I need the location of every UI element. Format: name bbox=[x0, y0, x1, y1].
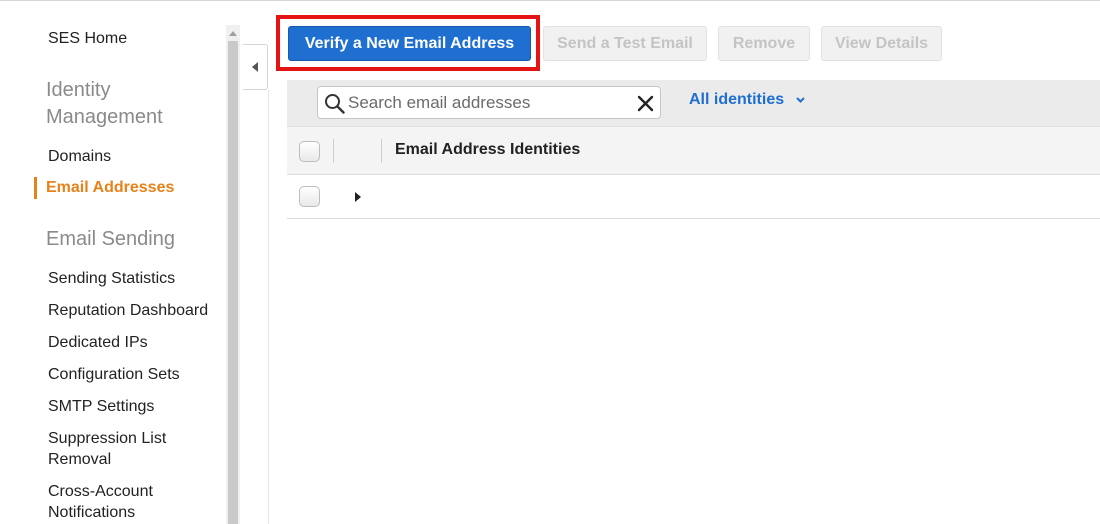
sidebar-item-sending-statistics[interactable]: Sending Statistics bbox=[48, 268, 175, 289]
table-row[interactable] bbox=[287, 176, 1100, 219]
sidebar-item-label-line1: Cross-Account bbox=[48, 483, 153, 500]
collapse-sidebar-button[interactable] bbox=[243, 44, 268, 90]
scroll-up-icon[interactable] bbox=[226, 25, 240, 41]
sidebar-item-email-addresses[interactable]: Email Addresses bbox=[46, 177, 174, 198]
search-input[interactable] bbox=[348, 91, 628, 115]
section-heading-identity-line1: Identity bbox=[46, 79, 111, 101]
sidebar-scrollbar[interactable] bbox=[226, 25, 240, 524]
sidebar-item-ses-home[interactable]: SES Home bbox=[48, 28, 127, 49]
search-box[interactable] bbox=[317, 86, 661, 119]
sidebar-item-domains[interactable]: Domains bbox=[48, 146, 111, 167]
column-separator bbox=[381, 139, 382, 163]
column-header-email-address-identities[interactable]: Email Address Identities bbox=[395, 141, 580, 159]
column-separator bbox=[333, 139, 334, 163]
sidebar-item-label-line2: Removal bbox=[48, 451, 112, 468]
sidebar-item-label-line1: Suppression List bbox=[48, 430, 167, 447]
view-details-button[interactable]: View Details bbox=[821, 26, 942, 61]
close-icon[interactable] bbox=[637, 95, 654, 112]
panel-divider bbox=[268, 90, 269, 524]
sidebar-item-dedicated-ips[interactable]: Dedicated IPs bbox=[48, 332, 148, 353]
row-checkbox[interactable] bbox=[299, 186, 320, 207]
sidebar-item-suppression-list-removal[interactable]: Suppression List Removal bbox=[48, 428, 166, 470]
sidebar: SES Home Identity Management Domains Ema… bbox=[0, 1, 226, 524]
remove-button[interactable]: Remove bbox=[718, 26, 810, 61]
caret-left-icon bbox=[252, 62, 258, 72]
active-indicator bbox=[34, 177, 37, 199]
section-heading-email-sending: Email Sending bbox=[46, 228, 175, 250]
select-all-checkbox[interactable] bbox=[299, 141, 320, 162]
section-heading-identity-line2: Management bbox=[46, 106, 163, 128]
scrollbar-thumb[interactable] bbox=[228, 41, 238, 524]
search-icon bbox=[325, 94, 345, 114]
verify-email-button[interactable]: Verify a New Email Address bbox=[288, 26, 531, 61]
sidebar-item-configuration-sets[interactable]: Configuration Sets bbox=[48, 364, 180, 385]
send-test-email-button[interactable]: Send a Test Email bbox=[543, 26, 707, 61]
chevron-down-icon bbox=[796, 97, 805, 103]
sidebar-item-reputation-dashboard[interactable]: Reputation Dashboard bbox=[48, 300, 208, 321]
identities-filter-dropdown[interactable]: All identities bbox=[689, 91, 805, 109]
sidebar-item-label-line2: Notifications bbox=[48, 504, 136, 521]
sidebar-item-cross-account-notifications[interactable]: Cross-Account Notifications bbox=[48, 481, 153, 523]
caret-right-icon[interactable] bbox=[353, 191, 363, 203]
identities-filter-label: All identities bbox=[689, 91, 785, 108]
sidebar-item-smtp-settings[interactable]: SMTP Settings bbox=[48, 396, 154, 417]
